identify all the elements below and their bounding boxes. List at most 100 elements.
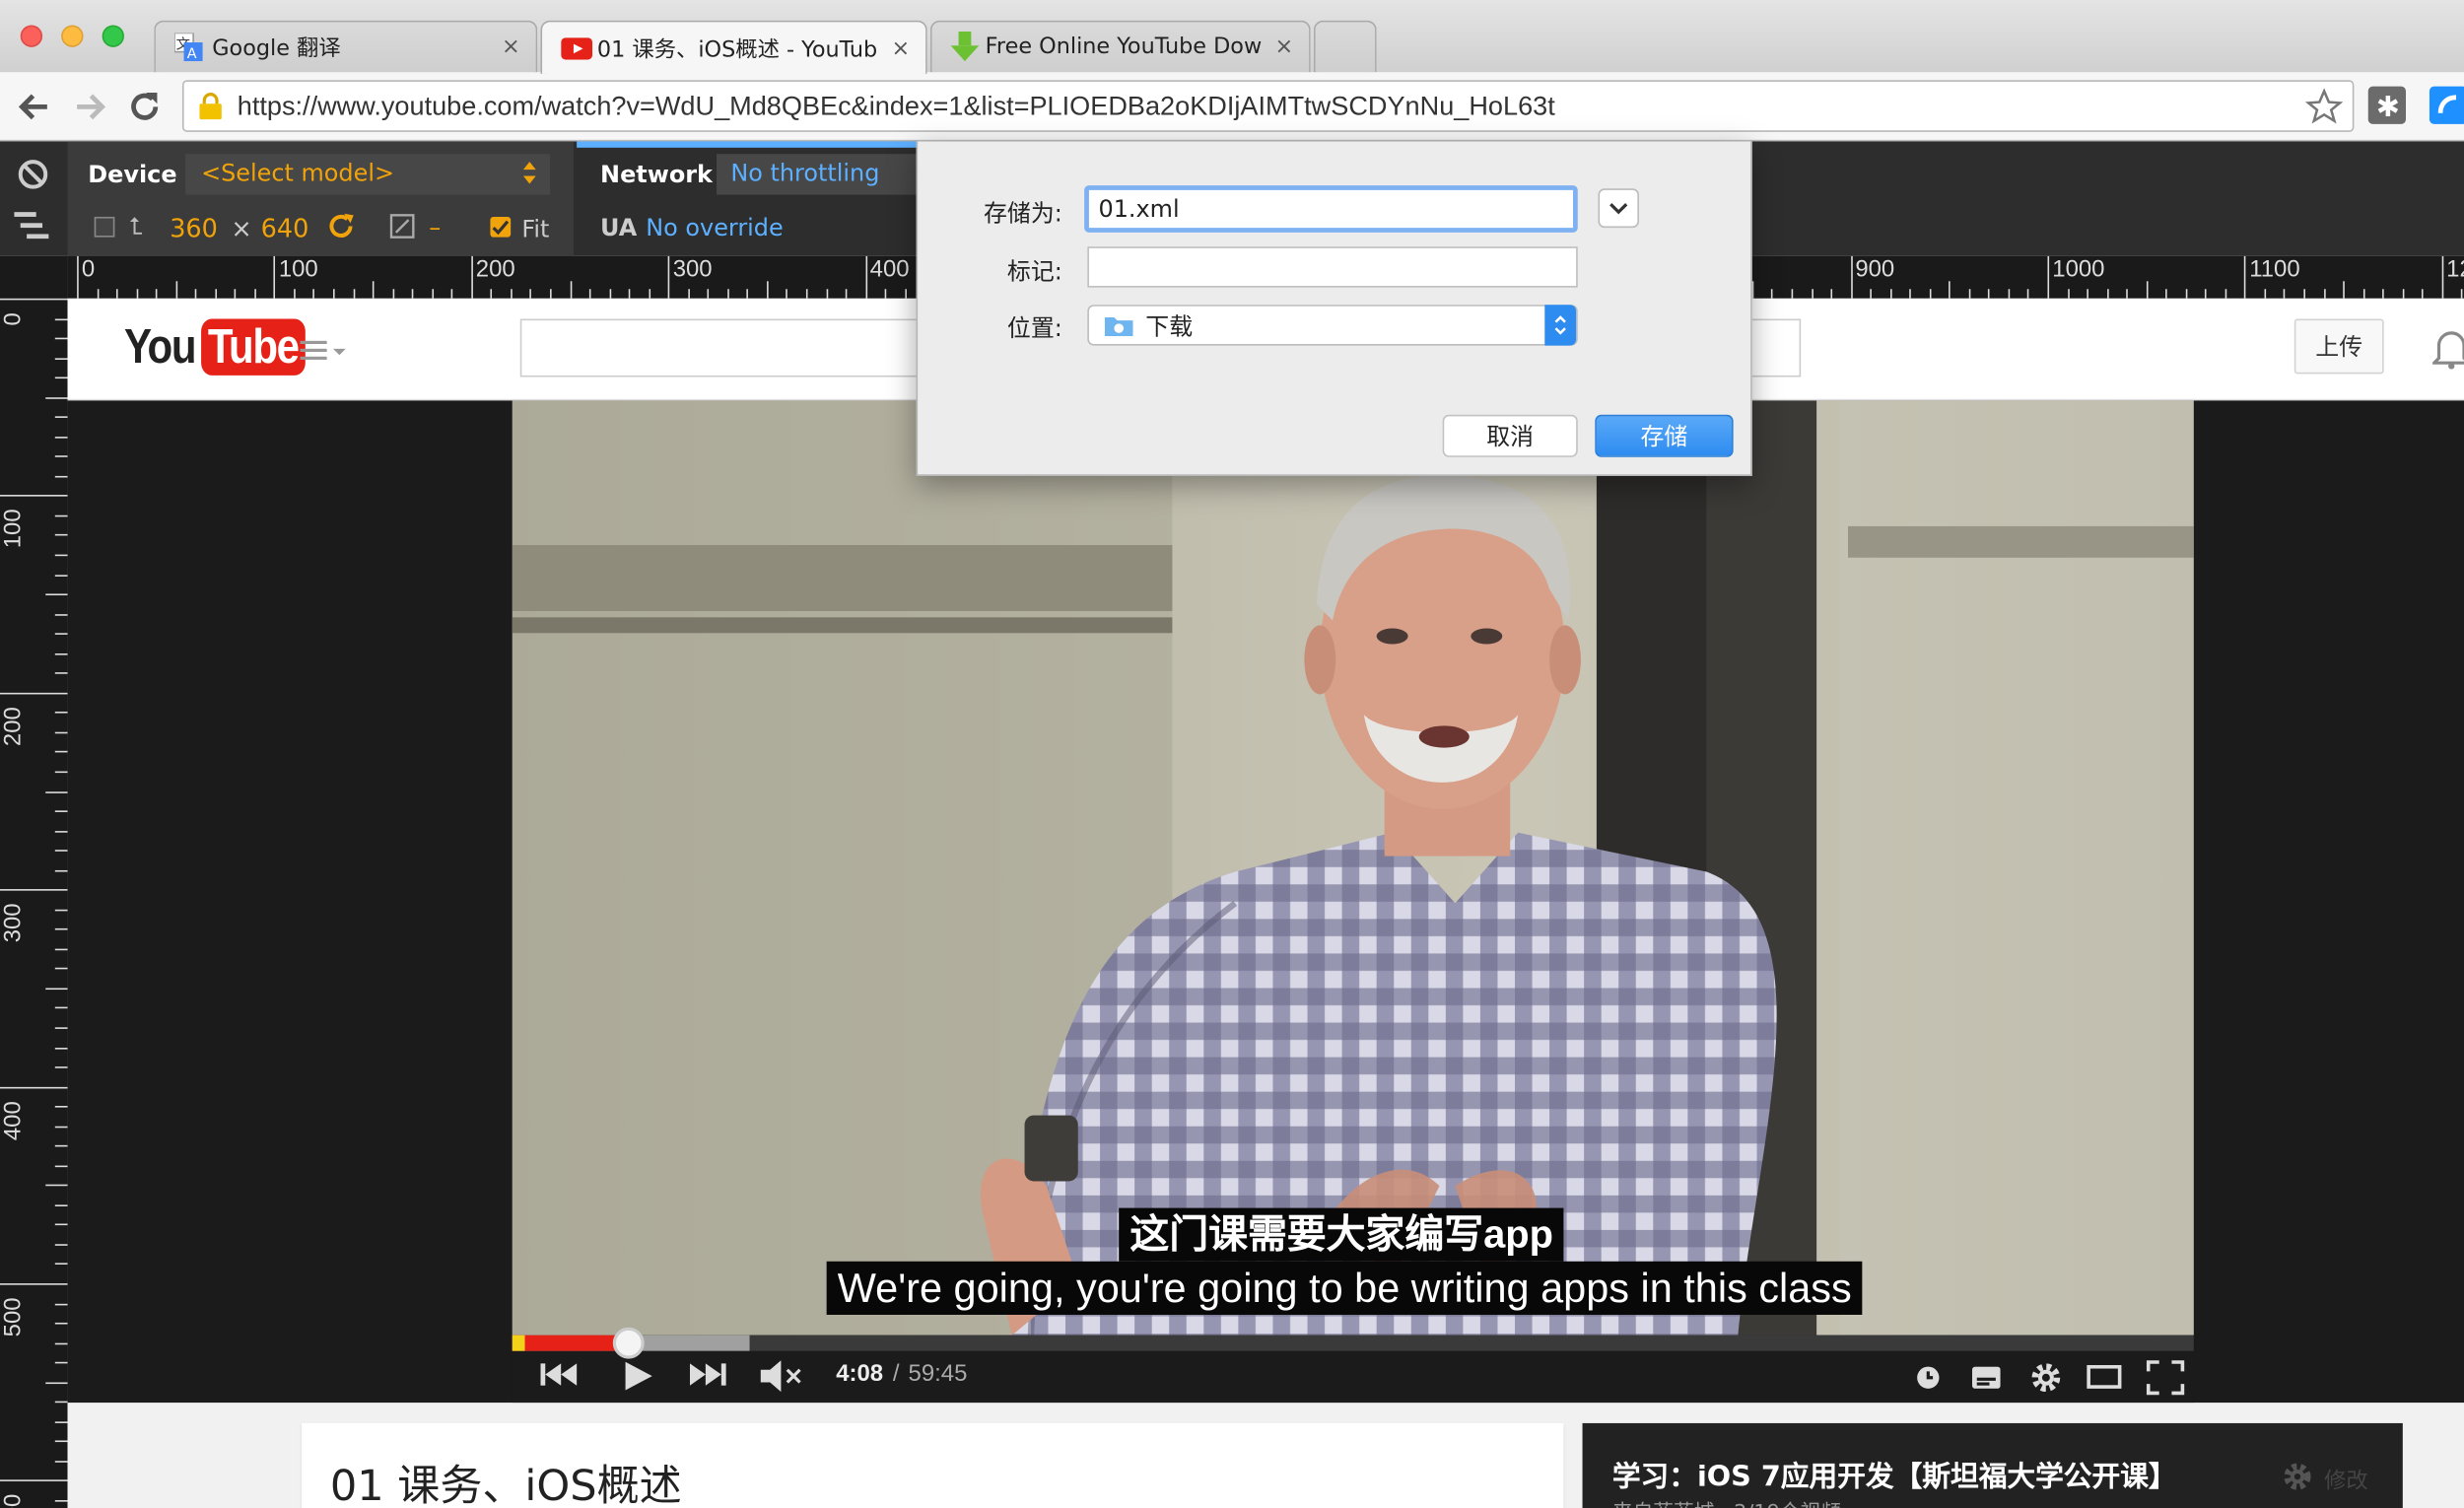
- ruler-label: 200: [0, 706, 28, 746]
- device-width-input[interactable]: 360: [170, 214, 218, 243]
- user-agent-value[interactable]: No override: [646, 214, 783, 242]
- extension-blue-icon[interactable]: [2428, 85, 2464, 125]
- ruler-tick: [54, 1007, 68, 1009]
- fit-checkbox[interactable]: [490, 216, 512, 238]
- progress-scrubber[interactable]: [613, 1327, 645, 1359]
- ruler-tick: [294, 289, 296, 299]
- tags-field[interactable]: [1087, 246, 1578, 288]
- expand-dialog-button[interactable]: [1598, 188, 1639, 229]
- tab-youtube-video[interactable]: 01 课务、iOS概述 - YouTube ×: [540, 20, 927, 74]
- captions-icon[interactable]: [1971, 1366, 2001, 1389]
- device-model-value: <Select model>: [201, 158, 395, 187]
- ruler-tick: [707, 289, 710, 299]
- ruler-tick: [2303, 289, 2305, 299]
- ruler-tick: [54, 1126, 68, 1128]
- ruler-tick: [54, 475, 68, 478]
- edit-gear-icon[interactable]: [2282, 1461, 2313, 1492]
- ruler-tick: [1830, 289, 1833, 299]
- svg-text:A: A: [187, 46, 197, 61]
- ruler-tick: [54, 337, 68, 340]
- play-icon[interactable]: [622, 1360, 653, 1392]
- tab-google-translate[interactable]: 文A Google 翻译 ×: [154, 20, 538, 73]
- no-entry-icon[interactable]: [18, 159, 49, 190]
- ruler-tick: [54, 534, 68, 537]
- cancel-button[interactable]: 取消: [1442, 414, 1578, 457]
- ua-label: UA: [600, 213, 638, 242]
- ruler-tick: [687, 289, 690, 299]
- location-select[interactable]: 下载: [1087, 305, 1578, 346]
- zoom-window-button[interactable]: [102, 25, 124, 47]
- shrink-checkbox[interactable]: [94, 216, 115, 238]
- ruler-label: 100: [278, 255, 318, 283]
- playlist-title[interactable]: 学习：iOS 7应用开发【斯坦福大学公开课】: [1612, 1455, 2177, 1495]
- ruler-tick: [175, 281, 177, 299]
- next-icon[interactable]: [689, 1360, 727, 1389]
- reload-icon[interactable]: [126, 88, 164, 125]
- minimize-window-button[interactable]: [61, 25, 84, 47]
- rotate-icon[interactable]: [325, 211, 357, 242]
- guide-menu-icon[interactable]: [300, 338, 348, 364]
- device-model-select[interactable]: <Select model>: [185, 154, 551, 195]
- swap-dimensions-icon[interactable]: ⮤: [129, 212, 143, 240]
- ruler-tick: [2422, 289, 2424, 299]
- ruler-tick: [2106, 289, 2109, 299]
- cancel-label: 取消: [1486, 422, 1535, 451]
- youtube-logo[interactable]: You Tube: [124, 318, 323, 376]
- subtitle-english: We're going, you're going to be writing …: [826, 1261, 1863, 1315]
- select-updown-icon: [521, 159, 537, 187]
- upload-label: 上传: [2315, 332, 2363, 362]
- youtube-favicon-icon: [561, 36, 593, 59]
- ruler-tick: [54, 1460, 68, 1463]
- mute-icon[interactable]: [760, 1360, 805, 1393]
- video-frame[interactable]: 这门课需要大家编写app We're going, you're going t…: [512, 400, 2194, 1336]
- fullscreen-icon[interactable]: [2146, 1360, 2185, 1396]
- bookmark-star-icon[interactable]: [2304, 87, 2344, 124]
- device-scale-value[interactable]: –: [429, 214, 441, 242]
- ruler-tick: [54, 1440, 68, 1443]
- settings-gear-icon[interactable]: [2028, 1360, 2063, 1395]
- new-tab-button[interactable]: [1313, 20, 1377, 73]
- network-throttling-select[interactable]: No throttling: [717, 154, 917, 195]
- tab-youtube-downloader[interactable]: Free Online YouTube Down ×: [929, 20, 1311, 73]
- ruler-tick: [1968, 289, 1971, 299]
- ruler-tick: [1771, 289, 1774, 299]
- tab-close-icon[interactable]: ×: [891, 35, 910, 61]
- forward-arrow-icon[interactable]: [71, 88, 108, 125]
- watch-later-icon[interactable]: [1916, 1365, 1942, 1391]
- ruler-tick: [0, 692, 68, 695]
- media-queries-icon[interactable]: [14, 211, 49, 240]
- ruler-tick: [54, 1244, 68, 1246]
- tab-title: Free Online YouTube Down: [985, 34, 1263, 60]
- tab-close-icon[interactable]: ×: [502, 34, 520, 60]
- playlist-edit-link[interactable]: 修改: [2324, 1464, 2368, 1495]
- ruler-tick: [54, 1145, 68, 1147]
- save-as-field[interactable]: 01.xml: [1084, 185, 1578, 233]
- ruler-tick: [1949, 281, 1951, 299]
- back-arrow-icon[interactable]: [16, 88, 53, 125]
- ruler-tick: [470, 255, 473, 299]
- close-window-button[interactable]: [20, 25, 43, 47]
- ruler-tick: [54, 1264, 68, 1266]
- extension-puzzle-icon[interactable]: ✱: [2366, 85, 2407, 125]
- ruler-label: 1100: [2249, 255, 2300, 283]
- select-updown-icon: [1544, 305, 1577, 346]
- progress-bar[interactable]: [512, 1327, 2194, 1359]
- previous-icon[interactable]: [540, 1360, 578, 1389]
- device-scale-icon[interactable]: [389, 214, 415, 240]
- ruler-tick: [0, 298, 68, 301]
- ruler-label: 200: [475, 255, 515, 283]
- playlist-meta: 来自菲菲城 · 2/19个视频: [1612, 1495, 1841, 1508]
- device-height-input[interactable]: 640: [261, 214, 309, 243]
- address-bar[interactable]: https://www.youtube.com/watch?v=WdU_Md8Q…: [181, 80, 2355, 132]
- ruler-tick: [54, 514, 68, 517]
- upload-button[interactable]: 上传: [2293, 318, 2384, 375]
- tab-close-icon[interactable]: ×: [1274, 34, 1293, 60]
- save-as-label: 存储为:: [983, 199, 1062, 229]
- network-throttling-value: No throttling: [730, 158, 880, 187]
- ruler-tick: [54, 377, 68, 379]
- ruler-label: 900: [1855, 255, 1895, 283]
- save-button[interactable]: 存储: [1595, 414, 1734, 457]
- theater-mode-icon[interactable]: [2087, 1364, 2122, 1389]
- notifications-bell-icon[interactable]: [2432, 327, 2464, 372]
- ruler-tick: [54, 830, 68, 833]
